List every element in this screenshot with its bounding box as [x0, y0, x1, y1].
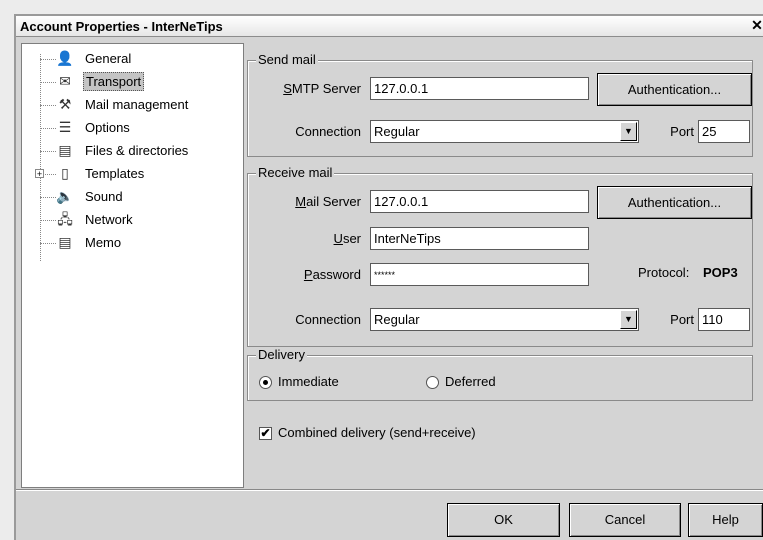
smtp-server-input[interactable] — [370, 77, 589, 100]
tree-item-label: Templates — [85, 166, 145, 181]
tree-item-label: Memo — [85, 235, 122, 250]
receive-connection-value: Regular — [374, 312, 420, 327]
tree-item-label: General — [85, 51, 132, 66]
chevron-down-icon[interactable]: ▼ — [620, 122, 637, 141]
user-input[interactable] — [370, 227, 589, 250]
receive-mail-legend: Receive mail — [256, 165, 335, 180]
chevron-down-icon[interactable]: ▼ — [620, 310, 637, 329]
tree-branch — [40, 59, 56, 60]
mail-server-input[interactable] — [370, 190, 589, 213]
tree-branch — [40, 151, 56, 152]
send-mail-group: Send mail SMTP Server Authentication... … — [247, 52, 753, 157]
deferred-radio[interactable] — [426, 376, 439, 389]
mail-server-label: Mail Server — [295, 194, 361, 209]
ok-button[interactable]: OK — [447, 503, 560, 537]
send-port-input[interactable] — [698, 120, 750, 143]
send-connection-select[interactable]: Regular ▼ — [370, 120, 639, 143]
protocol-value: POP3 — [703, 265, 738, 280]
send-port-label: Port — [670, 124, 694, 139]
expand-icon[interactable]: + — [35, 169, 44, 179]
tree-item-label: Sound — [85, 189, 123, 204]
protocol-label: Protocol: — [638, 265, 690, 280]
mail-management-icon: ⚒ — [58, 96, 72, 112]
footer-separator — [16, 489, 763, 491]
options-icon: ☰ — [58, 119, 72, 135]
combined-delivery-label: Combined delivery (send+receive) — [278, 425, 476, 440]
tree-branch — [40, 105, 56, 106]
tree-branch — [40, 197, 56, 198]
password-input[interactable] — [370, 263, 589, 286]
templates-icon: ▯ — [61, 165, 69, 181]
receive-connection-label: Connection — [295, 312, 361, 327]
password-label: Password — [303, 267, 361, 282]
account-properties-dialog: Account Properties - InterNeTips ✕ 👤 Gen… — [14, 14, 763, 540]
tree-item-sound[interactable]: 🔈 Sound — [22, 186, 243, 208]
tree-branch — [40, 82, 56, 83]
close-icon[interactable]: ✕ — [749, 17, 763, 34]
user-icon: 👤 — [56, 50, 74, 66]
receive-connection-select[interactable]: Regular ▼ — [370, 308, 639, 331]
tree-item-mail-management[interactable]: ⚒ Mail management — [22, 94, 243, 116]
send-mail-legend: Send mail — [256, 52, 318, 67]
tree-item-options[interactable]: ☰ Options — [22, 117, 243, 139]
combined-delivery-checkbox[interactable]: ✔ — [259, 427, 272, 440]
receive-port-input[interactable] — [698, 308, 750, 331]
tree-item-label: Network — [85, 212, 133, 227]
tree-item-templates[interactable]: + ▯ Templates — [22, 163, 243, 185]
user-label: User — [333, 231, 361, 246]
immediate-label: Immediate — [278, 374, 339, 389]
receive-authentication-button[interactable]: Authentication... — [597, 186, 752, 219]
deferred-label: Deferred — [445, 374, 496, 389]
category-tree[interactable]: 👤 General ✉ Transport ⚒ Mail management … — [21, 43, 244, 488]
tree-item-network[interactable]: 🖧 Network — [22, 209, 243, 231]
receive-mail-group: Receive mail Mail Server Authentication.… — [247, 165, 753, 347]
immediate-radio[interactable] — [259, 376, 272, 389]
tree-item-transport[interactable]: ✉ Transport — [22, 71, 243, 93]
tree-item-label: Options — [85, 120, 130, 135]
smtp-server-label: SMTP Server — [283, 81, 361, 96]
memo-icon: ▤ — [58, 234, 72, 250]
network-icon: 🖧 — [57, 211, 73, 227]
send-connection-label: Connection — [295, 124, 361, 139]
delivery-group: Delivery Immediate Deferred — [247, 347, 753, 401]
speaker-icon: 🔈 — [56, 188, 74, 204]
tree-item-general[interactable]: 👤 General — [22, 48, 243, 70]
tree-item-memo[interactable]: ▤ Memo — [22, 232, 243, 254]
delivery-legend: Delivery — [256, 347, 307, 362]
transport-icon: ✉ — [59, 73, 71, 89]
send-connection-value: Regular — [374, 124, 420, 139]
smtp-authentication-button[interactable]: Authentication... — [597, 73, 752, 106]
folders-icon: ▤ — [58, 142, 72, 158]
cancel-button[interactable]: Cancel — [569, 503, 681, 537]
help-button[interactable]: Help — [688, 503, 763, 537]
title-bar[interactable]: Account Properties - InterNeTips ✕ — [16, 16, 763, 37]
window-title: Account Properties - InterNeTips — [20, 19, 223, 34]
receive-port-label: Port — [670, 312, 694, 327]
tree-branch — [40, 243, 56, 244]
tree-branch — [40, 128, 56, 129]
tree-item-label: Transport — [83, 72, 145, 91]
tree-item-files-directories[interactable]: ▤ Files & directories — [22, 140, 243, 162]
tree-item-label: Mail management — [85, 97, 189, 112]
tree-item-label: Files & directories — [85, 143, 189, 158]
tree-branch — [40, 220, 56, 221]
